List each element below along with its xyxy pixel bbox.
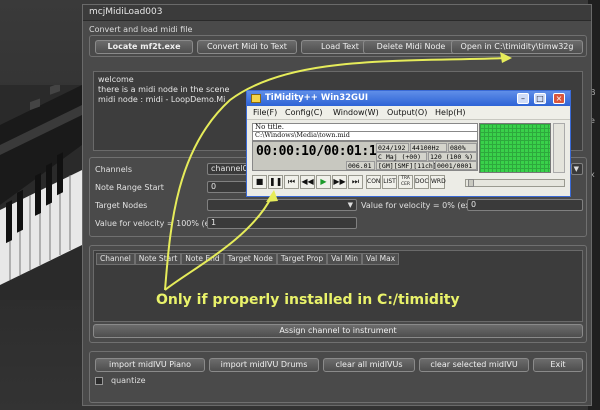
menu-output[interactable]: Output(O) [387, 108, 427, 117]
timidity-titlebar[interactable]: TiMidity++ Win32GUI – □ × [247, 91, 570, 106]
vel0-input[interactable]: 0 [467, 199, 583, 211]
channels-select[interactable]: channel0 [207, 163, 247, 175]
rewind-icon[interactable]: ◀◀ [300, 175, 315, 189]
doc-button[interactable]: DOC [414, 175, 429, 189]
main-window: mcjMidiLoad003 Convert and load midi fil… [82, 4, 592, 406]
assignments-table[interactable]: Channel Note Start Note End Target Node … [93, 250, 583, 322]
voices-readout: 024/192 [376, 143, 409, 152]
vel100-label: Value for velocity = 100% (ex:1) [95, 219, 226, 228]
fast-forward-icon[interactable]: ▶▶ [332, 175, 347, 189]
table-header: Channel Note Start Note End Target Node … [96, 253, 400, 265]
vel0-value: 0 [471, 200, 477, 209]
target-nodes-label: Target Nodes [95, 201, 148, 210]
mode-readout: [GM][SMF][11ch] [376, 161, 437, 170]
column-header[interactable]: Target Node [223, 253, 277, 265]
column-header[interactable]: Val Min [327, 253, 363, 265]
console-button[interactable]: CON [366, 175, 381, 189]
seek-slider[interactable] [465, 179, 565, 187]
column-header[interactable]: Channel [96, 253, 135, 265]
column-header[interactable]: Note Start [134, 253, 182, 265]
playback-time: 00:00:10/00:01:19 [256, 144, 384, 159]
tracer-button[interactable]: TRA CER [398, 175, 413, 189]
convert-midi-button[interactable]: Convert Midi to Text [197, 40, 297, 54]
last-track-icon[interactable]: ⏭ [348, 175, 363, 189]
clear-all-button[interactable]: clear all midIVUs [323, 358, 415, 372]
delete-midi-node-button[interactable]: Delete Midi Node [363, 40, 459, 54]
timidity-app-icon [251, 94, 261, 103]
time-display-panel: 00:00:10/00:01:19 024/192 44100Hz 080% C… [252, 141, 478, 171]
stop-icon[interactable]: ■ [252, 175, 267, 189]
locate-mf2t-button[interactable]: Locate mf2t.exe [95, 40, 193, 54]
list-button[interactable]: LIST [382, 175, 397, 189]
channels-label: Channels [95, 165, 133, 174]
chevron-down-icon: ▼ [347, 201, 353, 209]
pause-icon[interactable]: ❚❚ [268, 175, 283, 189]
target-nodes-select[interactable]: ▼ [207, 199, 357, 211]
convert-group-label: Convert and load midi file [89, 25, 193, 34]
menu-help[interactable]: Help(H) [435, 108, 466, 117]
vel0-label: Value for velocity = 0% (ex:0) [361, 201, 481, 210]
column-header[interactable]: Val Max [362, 253, 400, 265]
key-readout: C Maj (+00) [376, 152, 427, 161]
play-icon[interactable]: ▶ [316, 175, 331, 189]
maximize-icon[interactable]: □ [534, 93, 546, 104]
rate-readout: 44100Hz [410, 143, 447, 152]
slider-thumb[interactable] [468, 179, 474, 187]
note-range-input[interactable]: 0 [207, 181, 247, 193]
minimize-icon[interactable]: – [517, 93, 529, 104]
window-title: mcjMidiLoad003 [89, 7, 163, 17]
channels-dropdown-right[interactable]: ▼ [571, 163, 583, 175]
assign-channel-button[interactable]: Assign channel to instrument [93, 324, 583, 338]
counter-readout: 0001/0001 [435, 161, 477, 170]
menu-file[interactable]: File(F) [253, 108, 277, 117]
version-readout: 006.01 [346, 161, 375, 170]
wrd-button[interactable]: WRD [430, 175, 446, 189]
channel-visualizer [479, 123, 551, 173]
annotation-note: Only if properly installed in C:/timidit… [156, 292, 460, 308]
first-track-icon[interactable]: ⏮ [284, 175, 299, 189]
quantize-checkbox[interactable] [95, 377, 103, 385]
menu-window[interactable]: Window(W) [333, 108, 379, 117]
console-line: welcome [98, 75, 134, 84]
clear-selected-button[interactable]: clear selected midIVU [419, 358, 529, 372]
file-path-display: C:\Windows\Media\town.mid [252, 132, 478, 141]
note-range-value: 0 [211, 182, 217, 191]
column-header[interactable]: Note End [181, 253, 224, 265]
tempo-readout: 120 (100 %) [428, 152, 477, 161]
close-icon[interactable]: × [553, 93, 565, 104]
window-titlebar[interactable]: mcjMidiLoad003 [83, 5, 591, 21]
open-timidity-button[interactable]: Open in C:\timidity\timw32g [451, 40, 583, 54]
quantize-label: quantize [111, 376, 146, 385]
import-piano-button[interactable]: import midIVU Piano [95, 358, 205, 372]
column-header[interactable]: Target Prop [276, 253, 328, 265]
menu-config[interactable]: Config(C) [285, 108, 323, 117]
chevron-down-icon: ▼ [573, 165, 579, 173]
exit-button[interactable]: Exit [533, 358, 583, 372]
timidity-menubar: File(F) Config(C) Window(W) Output(O) He… [247, 106, 570, 120]
vel100-value: 1 [211, 218, 217, 227]
synthesizer-image [0, 85, 82, 300]
timidity-title: TiMidity++ Win32GUI [265, 93, 369, 103]
timidity-window: TiMidity++ Win32GUI – □ × File(F) Config… [246, 90, 571, 197]
channels-value: channel0 [211, 164, 247, 173]
volume-readout: 080% [448, 143, 477, 152]
vel100-input[interactable]: 1 [207, 217, 357, 229]
import-drums-button[interactable]: import midIVU Drums [209, 358, 319, 372]
vertical-scrollbar[interactable] [553, 123, 565, 173]
note-range-label: Note Range Start [95, 183, 164, 192]
